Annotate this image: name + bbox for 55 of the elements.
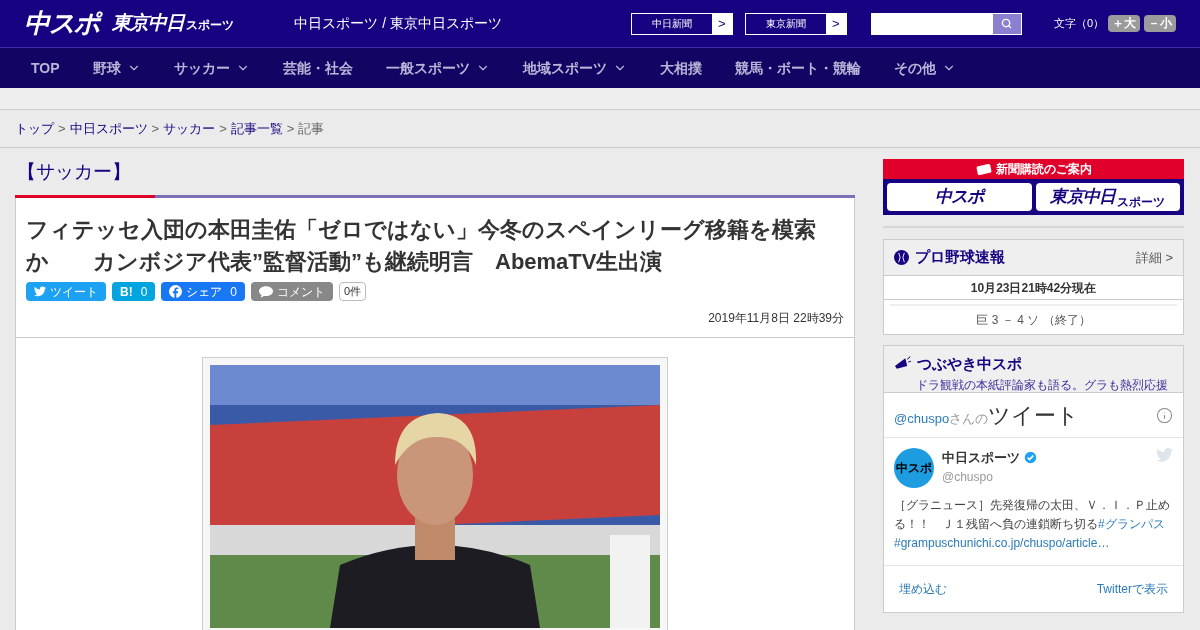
newspaper-link[interactable]: 中日新聞 > bbox=[630, 12, 733, 35]
nav-item[interactable]: その他 bbox=[893, 57, 956, 79]
ticket-icon bbox=[975, 163, 992, 175]
site-title: 中日スポーツ / 東京中日スポーツ bbox=[294, 14, 502, 33]
tokyo-logo[interactable]: 東京中日スポーツ bbox=[112, 9, 235, 38]
tweet-text: ［グラニュース］先発復帰の太田、Ｖ．Ｉ．Ｐ止める！！ Ｊ１残留へ負の連鎖断ち切る#グランパス #grampuschunichi.co.jp/chuspo/article… bbox=[894, 497, 1171, 552]
info-icon[interactable] bbox=[1156, 406, 1173, 424]
panel-title: プロ野球速報 bbox=[915, 247, 1005, 268]
bird-icon bbox=[34, 286, 46, 297]
comment-count: 0件 bbox=[339, 282, 367, 301]
bird-icon bbox=[1156, 448, 1173, 462]
breadcrumb-separator: > bbox=[58, 119, 66, 138]
logo[interactable]: 中スポ bbox=[24, 4, 101, 43]
timeline-heading: @chuspoさんのツイート bbox=[894, 401, 1080, 430]
font-size-label: 文字（0） bbox=[1053, 16, 1104, 32]
breadcrumb-link[interactable]: トップ bbox=[15, 118, 54, 139]
newspaper-link[interactable]: 東京新聞 > bbox=[744, 12, 847, 35]
panel-title: つぶやき中スポ bbox=[917, 354, 1022, 374]
share-button[interactable]: シェア 0 bbox=[161, 282, 246, 301]
update-time: 10月23日21時42分現在 bbox=[884, 276, 1183, 300]
share-button[interactable]: コメント bbox=[251, 282, 334, 301]
breadcrumb-separator: > bbox=[219, 119, 227, 138]
game-score: 巨 3 － 4 ソ （終了） bbox=[975, 312, 1092, 329]
breadcrumb-link[interactable]: 中日スポーツ bbox=[69, 118, 148, 139]
article-link[interactable]: #grampuschunichi.co.jp/chuspo/article… bbox=[894, 536, 1110, 550]
nav-item[interactable]: 芸能・社会 bbox=[282, 57, 353, 79]
subscribe-title: 新聞購読のご案内 bbox=[995, 161, 1092, 178]
panel-subtitle: ドラ観戦の本紙評論家も語る。グラも熱烈応援 bbox=[916, 376, 1169, 394]
breadcrumb-separator: > bbox=[286, 119, 295, 138]
breadcrumb-separator: > bbox=[151, 119, 160, 138]
category-label: 【サッカー】 bbox=[17, 160, 132, 184]
breadcrumb-link[interactable]: 記事一覧 bbox=[230, 118, 283, 139]
baseball-icon bbox=[894, 250, 909, 265]
search-field[interactable] bbox=[870, 12, 1022, 35]
newspaper-logo-button[interactable]: 中スポ bbox=[887, 183, 1032, 211]
nav-item[interactable]: 競馬・ボート・競輪 bbox=[734, 57, 861, 79]
nav-item[interactable]: サッカー bbox=[173, 57, 250, 79]
account-handle: @chuspo bbox=[942, 468, 994, 486]
nav-item[interactable]: TOP bbox=[31, 57, 60, 79]
facebook-icon bbox=[169, 285, 183, 298]
nav-item[interactable]: 野球 bbox=[92, 57, 141, 79]
nav-item[interactable]: 一般スポーツ bbox=[385, 57, 490, 79]
speech-bubble-icon bbox=[259, 285, 274, 298]
hashtag-link[interactable]: #グランパス bbox=[1098, 517, 1165, 531]
article-date: 2019年11月8日 22時39分 bbox=[707, 310, 844, 327]
nav-item[interactable]: 大相撲 bbox=[659, 57, 702, 79]
account-name: 中日スポーツ bbox=[942, 449, 1020, 467]
article-title: フィテッセ入団の本田圭佑「ゼロではない」今冬のスペインリーグ移籍を模索か カンボジア代表”監督活動”も継続明言 AbemaTV生出演 bbox=[26, 216, 817, 276]
detail-link[interactable]: 詳細 > bbox=[1135, 247, 1173, 268]
avatar[interactable]: 中スポ bbox=[894, 448, 934, 488]
nav-item[interactable]: 地域スポーツ bbox=[522, 57, 627, 79]
breadcrumb-link[interactable]: サッカー bbox=[163, 118, 216, 139]
embed-link[interactable]: 埋め込む bbox=[899, 580, 947, 598]
search-icon bbox=[1001, 18, 1013, 29]
view-on-twitter-link[interactable]: Twitterで表示 bbox=[1096, 580, 1168, 598]
